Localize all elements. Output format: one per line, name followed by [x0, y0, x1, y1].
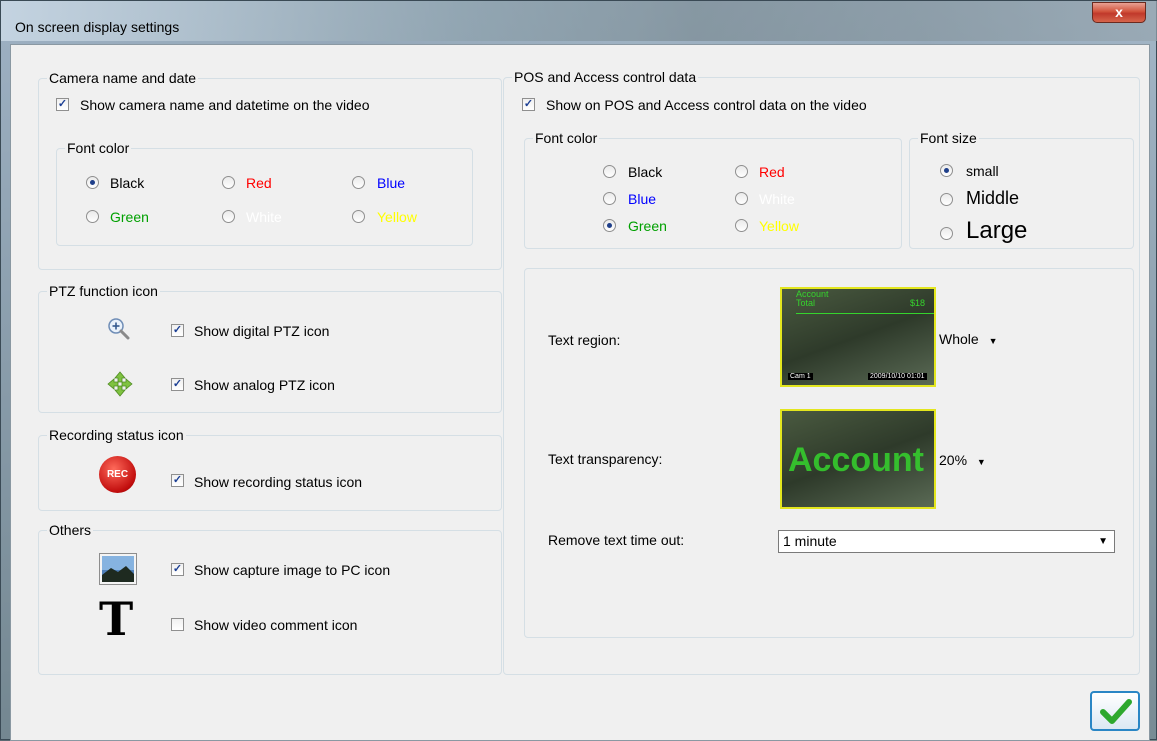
- preview-datetime-caption: 2009/10/10 01:01: [868, 373, 927, 380]
- remove-timeout-label: Remove text time out:: [548, 532, 685, 548]
- pos-color-yellow-radio[interactable]: [735, 219, 748, 232]
- chevron-down-icon: ▼: [1098, 536, 1108, 547]
- text-transparency-preview: Account: [780, 409, 936, 509]
- camera-color-blue-radio[interactable]: [352, 176, 365, 189]
- pos-color-red-label: Red: [759, 164, 785, 180]
- pos-font-size-group: Font size small Middle Large: [909, 130, 1134, 249]
- pos-color-blue-label: Blue: [628, 191, 657, 207]
- font-size-small-label: small: [966, 163, 999, 179]
- others-group-title: Others: [47, 522, 94, 538]
- show-pos-data-label: Show on POS and Access control data on t…: [546, 97, 867, 113]
- checkmark-icon: [1099, 697, 1133, 730]
- font-size-large-radio[interactable]: [940, 227, 953, 240]
- pos-color-black-label: Black: [628, 164, 663, 180]
- pos-options-panel: Text region: Account Total $18 Cam 1 200…: [524, 268, 1134, 638]
- preview-transparency-text: Account: [788, 441, 924, 479]
- show-recording-status-checkbox[interactable]: ✓: [171, 474, 184, 487]
- ptz-group-title: PTZ function icon: [47, 283, 160, 299]
- show-camera-name-checkbox[interactable]: ✓: [56, 98, 69, 111]
- camera-name-group: Camera name and date ✓ Show camera name …: [38, 70, 502, 270]
- text-region-preview: Account Total $18 Cam 1 2009/10/10 01:01: [780, 287, 936, 387]
- camera-color-green-label: Green: [110, 209, 149, 225]
- recording-group: Recording status icon REC ✓ Show recordi…: [38, 427, 502, 511]
- camera-color-red-label: Red: [246, 175, 272, 191]
- capture-image-icon: [99, 553, 137, 588]
- text-transparency-select[interactable]: 20% ▼: [939, 452, 986, 468]
- font-size-small-radio[interactable]: [940, 164, 953, 177]
- move-arrows-icon: [107, 371, 133, 400]
- camera-color-white-label: White: [246, 209, 282, 225]
- camera-group-title: Camera name and date: [47, 70, 199, 86]
- title-bar: On screen display settings x: [1, 1, 1157, 41]
- camera-color-yellow-label: Yellow: [377, 209, 417, 225]
- text-region-value: Whole: [939, 331, 979, 347]
- chevron-down-icon: ▼: [976, 457, 986, 467]
- font-size-large-label: Large: [966, 217, 1028, 244]
- pos-color-white-radio[interactable]: [735, 192, 748, 205]
- preview-total-text: Total: [796, 298, 816, 308]
- text-transparency-value: 20%: [939, 452, 968, 468]
- dialog-body: Camera name and date ✓ Show camera name …: [10, 44, 1150, 741]
- zoom-in-icon: [106, 316, 132, 345]
- camera-color-yellow-radio[interactable]: [352, 210, 365, 223]
- pos-color-white-label: White: [759, 191, 795, 207]
- show-digital-ptz-checkbox[interactable]: ✓: [171, 324, 184, 337]
- remove-timeout-value: 1 minute: [783, 533, 837, 549]
- show-recording-status-label: Show recording status icon: [194, 474, 363, 490]
- show-camera-name-label: Show camera name and datetime on the vid…: [80, 97, 370, 113]
- camera-color-white-radio[interactable]: [222, 210, 235, 223]
- others-group: Others ✓ Show capture image to PC icon T…: [38, 522, 502, 675]
- preview-camera-caption: Cam 1: [788, 373, 813, 380]
- chevron-down-icon: ▼: [988, 336, 998, 346]
- text-region-label: Text region:: [548, 332, 621, 348]
- show-pos-data-checkbox[interactable]: ✓: [522, 98, 535, 111]
- text-region-select[interactable]: Whole ▼: [939, 331, 998, 347]
- pos-color-blue-radio[interactable]: [603, 192, 616, 205]
- pos-color-green-label: Green: [628, 218, 667, 234]
- pos-group: POS and Access control data ✓ Show on PO…: [503, 69, 1140, 675]
- pos-color-yellow-label: Yellow: [759, 218, 799, 234]
- show-digital-ptz-label: Show digital PTZ icon: [194, 323, 330, 339]
- rec-icon: REC: [99, 456, 136, 493]
- pos-font-color-group: Font color Black Red Blue White Green Ye…: [524, 130, 902, 249]
- window-title: On screen display settings: [15, 19, 180, 35]
- pos-color-black-radio[interactable]: [603, 165, 616, 178]
- preview-region-line: [796, 313, 934, 314]
- camera-color-blue-label: Blue: [377, 175, 406, 191]
- camera-color-black-radio[interactable]: [86, 176, 99, 189]
- preview-amount-text: $18: [910, 298, 926, 308]
- pos-color-green-radio[interactable]: [603, 219, 616, 232]
- pos-group-title: POS and Access control data: [512, 69, 699, 85]
- show-capture-image-checkbox[interactable]: ✓: [171, 563, 184, 576]
- recording-group-title: Recording status icon: [47, 427, 186, 443]
- camera-color-red-radio[interactable]: [222, 176, 235, 189]
- ok-button[interactable]: [1090, 691, 1140, 731]
- pos-font-size-title: Font size: [918, 130, 979, 146]
- font-size-middle-label: Middle: [966, 188, 1020, 208]
- camera-font-color-title: Font color: [65, 140, 132, 156]
- show-video-comment-checkbox[interactable]: [171, 618, 184, 631]
- camera-color-green-radio[interactable]: [86, 210, 99, 223]
- text-transparency-label: Text transparency:: [548, 451, 663, 467]
- show-analog-ptz-label: Show analog PTZ icon: [194, 377, 335, 393]
- pos-font-color-title: Font color: [533, 130, 600, 146]
- camera-color-black-label: Black: [110, 175, 145, 191]
- remove-timeout-select[interactable]: 1 minute ▼: [778, 530, 1115, 553]
- show-video-comment-label: Show video comment icon: [194, 617, 358, 633]
- show-analog-ptz-checkbox[interactable]: ✓: [171, 378, 184, 391]
- pos-color-red-radio[interactable]: [735, 165, 748, 178]
- font-size-middle-radio[interactable]: [940, 193, 953, 206]
- camera-font-color-group: Font color Black Red Blue Green White Ye…: [56, 140, 473, 246]
- close-button[interactable]: x: [1092, 2, 1146, 23]
- ptz-group: PTZ function icon ✓ Show digital PTZ ico…: [38, 283, 502, 413]
- show-capture-image-label: Show capture image to PC icon: [194, 562, 391, 578]
- text-comment-icon: T: [99, 592, 134, 646]
- dialog-window: On screen display settings x Camera name…: [0, 0, 1157, 741]
